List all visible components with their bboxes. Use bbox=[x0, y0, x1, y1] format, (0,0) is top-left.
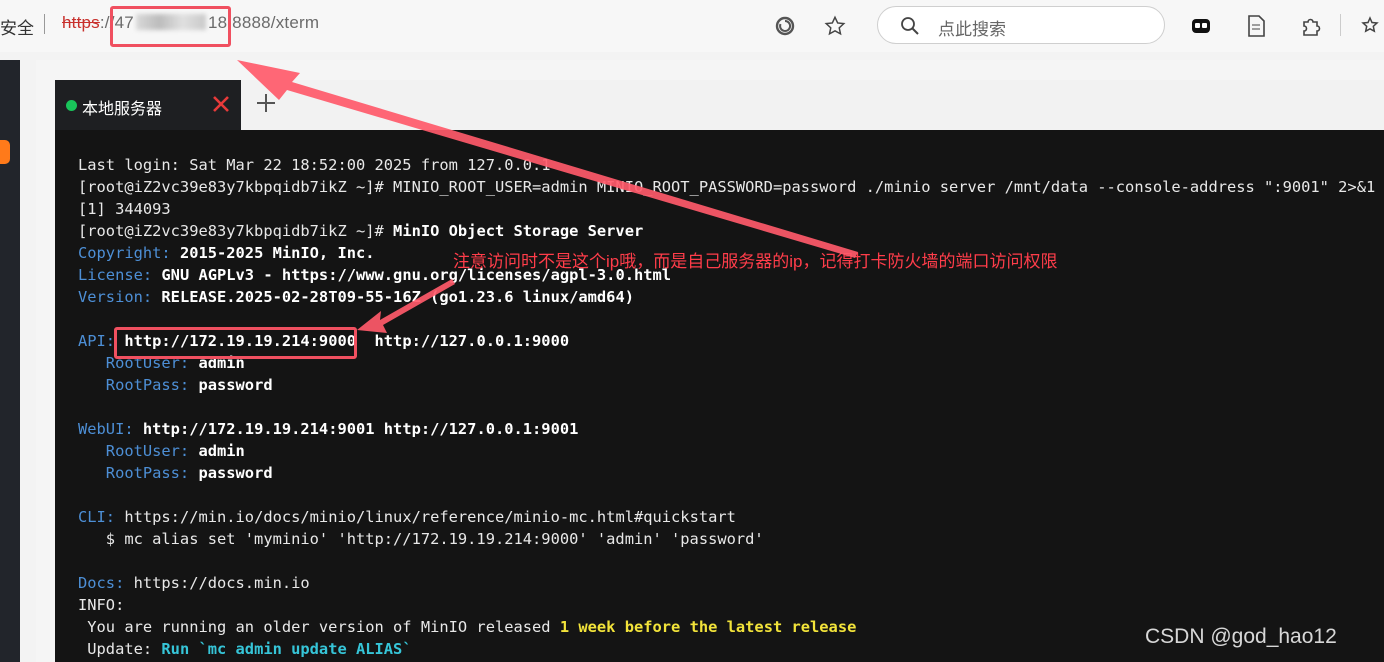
terminal-text: Last login: Sat Mar 22 18:52:00 2025 fro… bbox=[78, 156, 551, 174]
reading-mode-icon[interactable] bbox=[1244, 14, 1268, 38]
terminal-text: RootUser: bbox=[78, 442, 199, 460]
terminal-line: RootPass: password bbox=[78, 374, 1384, 396]
terminal-text: [root@iZ2vc39e83y7kbpqidb7ikZ ~]# bbox=[78, 222, 394, 240]
extension-icon[interactable] bbox=[1189, 14, 1213, 38]
terminal-text: password bbox=[198, 376, 273, 394]
terminal-line: WebUI: http://172.19.19.214:9001 http://… bbox=[78, 418, 1384, 440]
terminal-text: http://172.19.19.214:9001 http://127.0.0… bbox=[142, 420, 579, 438]
terminal-line: RootUser: admin bbox=[78, 440, 1384, 462]
browser-toolbar: 安全 https://47 18:8888/xterm 点此搜索 bbox=[0, 0, 1384, 52]
divider bbox=[44, 14, 45, 34]
terminal-line: [root@iZ2vc39e83y7kbpqidb7ikZ ~]# MINIO_… bbox=[78, 176, 1384, 198]
add-tab-icon[interactable] bbox=[254, 91, 278, 115]
tab-label: 本地服务器 bbox=[82, 101, 163, 118]
toolbar-divider bbox=[1340, 14, 1341, 36]
terminal-text: [1] 344093 bbox=[78, 200, 171, 218]
terminal-line: Version: RELEASE.2025-02-28T09-55-16Z (g… bbox=[78, 286, 1384, 308]
terminal-text: RootPass: bbox=[78, 376, 199, 394]
terminal-text: 1 week before the latest release bbox=[559, 618, 857, 636]
terminal-line: INFO: bbox=[78, 594, 1384, 616]
terminal-text: RELEASE.2025-02-28T09-55-16Z (go1.23.6 l… bbox=[161, 288, 634, 306]
close-icon[interactable] bbox=[210, 93, 232, 115]
sidebar-badge[interactable] bbox=[0, 140, 10, 164]
refresh-app-icon[interactable] bbox=[773, 14, 797, 38]
terminal-line: RootPass: password bbox=[78, 462, 1384, 484]
connection-status-dot bbox=[66, 100, 77, 111]
annotation-note: 注意访问时不是这个ip哦，而是自己服务器的ip，记得打卡防火墙的端口访问权限 bbox=[453, 252, 1058, 271]
extensions-puzzle-icon[interactable] bbox=[1299, 14, 1323, 38]
favorites-list-icon[interactable] bbox=[1360, 14, 1384, 38]
terminal-text: $ mc alias set 'myminio' 'http://172.19.… bbox=[78, 530, 764, 548]
terminal-line: Last login: Sat Mar 22 18:52:00 2025 fro… bbox=[78, 154, 1384, 176]
terminal-line: Docs: https://docs.min.io bbox=[78, 572, 1384, 594]
terminal-text: Update: bbox=[78, 640, 162, 658]
search-box[interactable]: 点此搜索 bbox=[877, 6, 1165, 44]
terminal-text: 2015-2025 MinIO, Inc. bbox=[179, 244, 375, 262]
terminal-text: Run `mc admin update ALIAS` bbox=[161, 640, 412, 658]
url-protocol: https bbox=[62, 13, 100, 32]
terminal-text: Version: bbox=[78, 288, 162, 306]
terminal-text: Docs: bbox=[78, 574, 134, 592]
terminal-line: [1] 344093 bbox=[78, 198, 1384, 220]
address-highlight-box bbox=[110, 6, 231, 47]
watermark: CSDN @god_hao12 bbox=[1145, 625, 1337, 648]
terminal-text: License: bbox=[78, 266, 162, 284]
terminal-text: https://min.io/docs/minio/linux/referenc… bbox=[124, 508, 736, 526]
terminal-text: password bbox=[198, 464, 273, 482]
left-sidebar bbox=[0, 60, 20, 662]
terminal-text: Copyright: bbox=[78, 244, 180, 262]
terminal-text: admin bbox=[198, 442, 245, 460]
search-placeholder: 点此搜索 bbox=[938, 20, 1006, 39]
terminal-text: INFO: bbox=[78, 596, 125, 614]
terminal-output[interactable]: Last login: Sat Mar 22 18:52:00 2025 fro… bbox=[78, 154, 1384, 660]
terminal-text: CLI: bbox=[78, 508, 125, 526]
terminal-line: $ mc alias set 'myminio' 'http://172.19.… bbox=[78, 528, 1384, 550]
api-highlight-box bbox=[114, 327, 357, 359]
favorite-star-icon[interactable] bbox=[823, 14, 847, 38]
tab-local-server[interactable]: 本地服务器 bbox=[55, 80, 241, 130]
terminal-text: MinIO Object Storage Server bbox=[393, 222, 644, 240]
terminal-text: You are running an older version of MinI… bbox=[78, 618, 560, 636]
terminal-line: CLI: https://min.io/docs/minio/linux/ref… bbox=[78, 506, 1384, 528]
terminal-text: https://docs.min.io bbox=[133, 574, 310, 592]
search-icon bbox=[900, 16, 920, 41]
terminal-text: WebUI: bbox=[78, 420, 143, 438]
security-label[interactable]: 安全 bbox=[0, 14, 34, 39]
terminal-text: RootPass: bbox=[78, 464, 199, 482]
terminal-text: [root@iZ2vc39e83y7kbpqidb7ikZ ~]# MINIO_… bbox=[78, 178, 1384, 196]
terminal-line: [root@iZ2vc39e83y7kbpqidb7ikZ ~]# MinIO … bbox=[78, 220, 1384, 242]
